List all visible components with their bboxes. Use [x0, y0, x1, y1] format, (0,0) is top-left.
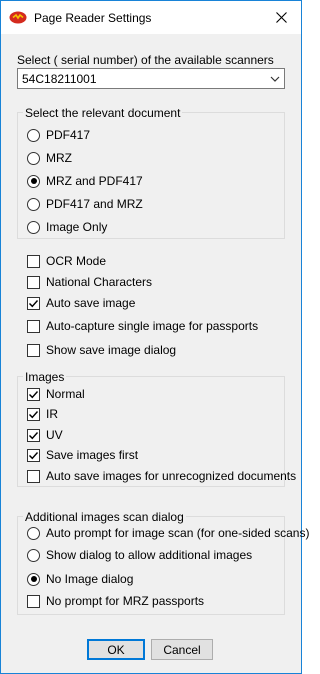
close-icon — [275, 12, 287, 23]
checkbox[interactable] — [27, 319, 40, 333]
checkbox-no-prompt-mrz[interactable]: No prompt for MRZ passports — [27, 593, 204, 609]
checkbox[interactable] — [27, 407, 40, 421]
radio-pdf417-and-mrz[interactable]: PDF417 and MRZ — [27, 196, 143, 212]
checkbox-label: OCR Mode — [46, 254, 107, 268]
scanner-selected-value: 54C18211001 — [22, 72, 97, 86]
radio-image-only[interactable]: Image Only — [27, 219, 107, 235]
radio-button[interactable] — [27, 526, 40, 540]
checkbox-label: Auto-capture single image for passports — [46, 319, 259, 333]
checkbox-ocr-mode[interactable]: OCR Mode — [27, 253, 106, 269]
title-bar[interactable]: Page Reader Settings — [1, 1, 301, 34]
checkbox-national-characters[interactable]: National Characters — [27, 274, 152, 290]
radio-auto-prompt[interactable]: Auto prompt for image scan (for one-side… — [27, 525, 309, 541]
radio-label: Image Only — [46, 220, 108, 234]
radio-label: MRZ — [46, 151, 72, 165]
checkmark-icon — [29, 410, 39, 418]
radio-label: No Image dialog — [46, 572, 134, 586]
radio-button[interactable] — [27, 220, 40, 234]
radio-label: PDF417 and MRZ — [46, 197, 143, 211]
checkbox-label: IR — [46, 407, 58, 421]
radio-button[interactable] — [27, 128, 40, 142]
checkbox-label: UV — [46, 428, 63, 442]
close-button[interactable] — [261, 1, 301, 34]
checkbox[interactable] — [27, 469, 40, 483]
scan-dialog-group-label: Additional images scan dialog — [23, 510, 186, 524]
checkbox[interactable] — [27, 448, 40, 462]
checkbox-auto-capture-passports[interactable]: Auto-capture single image for passports — [27, 318, 258, 334]
checkbox-normal[interactable]: Normal — [27, 386, 85, 402]
checkmark-icon — [29, 390, 39, 398]
ok-button[interactable]: OK — [87, 639, 145, 660]
checkbox[interactable] — [27, 594, 40, 608]
radio-button[interactable] — [27, 174, 40, 188]
checkmark-icon — [29, 299, 39, 307]
document-group-label: Select the relevant document — [23, 106, 183, 120]
checkmark-icon — [29, 431, 39, 439]
checkbox-show-save-image-dialog[interactable]: Show save image dialog — [27, 342, 176, 358]
checkbox[interactable] — [27, 343, 40, 357]
radio-button[interactable] — [27, 197, 40, 211]
settings-dialog: Page Reader Settings Select ( serial num… — [0, 0, 309, 674]
checkbox[interactable] — [27, 275, 40, 289]
scanner-select[interactable]: 54C18211001 — [17, 68, 285, 89]
radio-label: PDF417 — [46, 128, 91, 142]
window-title: Page Reader Settings — [34, 11, 152, 25]
checkbox-label: National Characters — [46, 275, 153, 289]
checkbox-auto-save-unrecognized[interactable]: Auto save images for unrecognized docume… — [27, 468, 296, 484]
checkbox-label: Auto save image — [46, 296, 136, 310]
checkbox-uv[interactable]: UV — [27, 427, 63, 443]
images-group-label: Images — [23, 370, 67, 384]
radio-show-dialog[interactable]: Show dialog to allow additional images — [27, 547, 252, 563]
radio-pdf417[interactable]: PDF417 — [27, 127, 90, 143]
checkbox-label: Save images first — [46, 448, 139, 462]
radio-label: MRZ and PDF417 — [46, 174, 143, 188]
radio-no-image-dialog[interactable]: No Image dialog — [27, 571, 133, 587]
radio-button[interactable] — [27, 548, 40, 562]
checkbox-auto-save-image[interactable]: Auto save image — [27, 295, 135, 311]
radio-label: Auto prompt for image scan (for one-side… — [46, 526, 310, 540]
checkbox-ir[interactable]: IR — [27, 406, 58, 422]
checkbox-label: No prompt for MRZ passports — [46, 594, 205, 608]
checkbox-label: Show save image dialog — [46, 343, 177, 357]
checkbox-label: Auto save images for unrecognized docume… — [46, 469, 297, 483]
radio-button[interactable] — [27, 151, 40, 165]
checkbox[interactable] — [27, 387, 40, 401]
checkmark-icon — [29, 451, 39, 459]
radio-mrz-and-pdf417[interactable]: MRZ and PDF417 — [27, 173, 143, 189]
chevron-down-icon — [270, 76, 280, 82]
radio-label: Show dialog to allow additional images — [46, 548, 253, 562]
checkbox-label: Normal — [46, 387, 85, 401]
checkbox[interactable] — [27, 254, 40, 268]
checkbox[interactable] — [27, 296, 40, 310]
radio-mrz[interactable]: MRZ — [27, 150, 72, 166]
app-logo-icon — [9, 11, 27, 24]
checkbox-save-images-first[interactable]: Save images first — [27, 447, 138, 463]
cancel-button[interactable]: Cancel — [151, 639, 213, 660]
checkbox[interactable] — [27, 428, 40, 442]
radio-button[interactable] — [27, 572, 40, 586]
scanner-label: Select ( serial number) of the available… — [17, 53, 274, 67]
